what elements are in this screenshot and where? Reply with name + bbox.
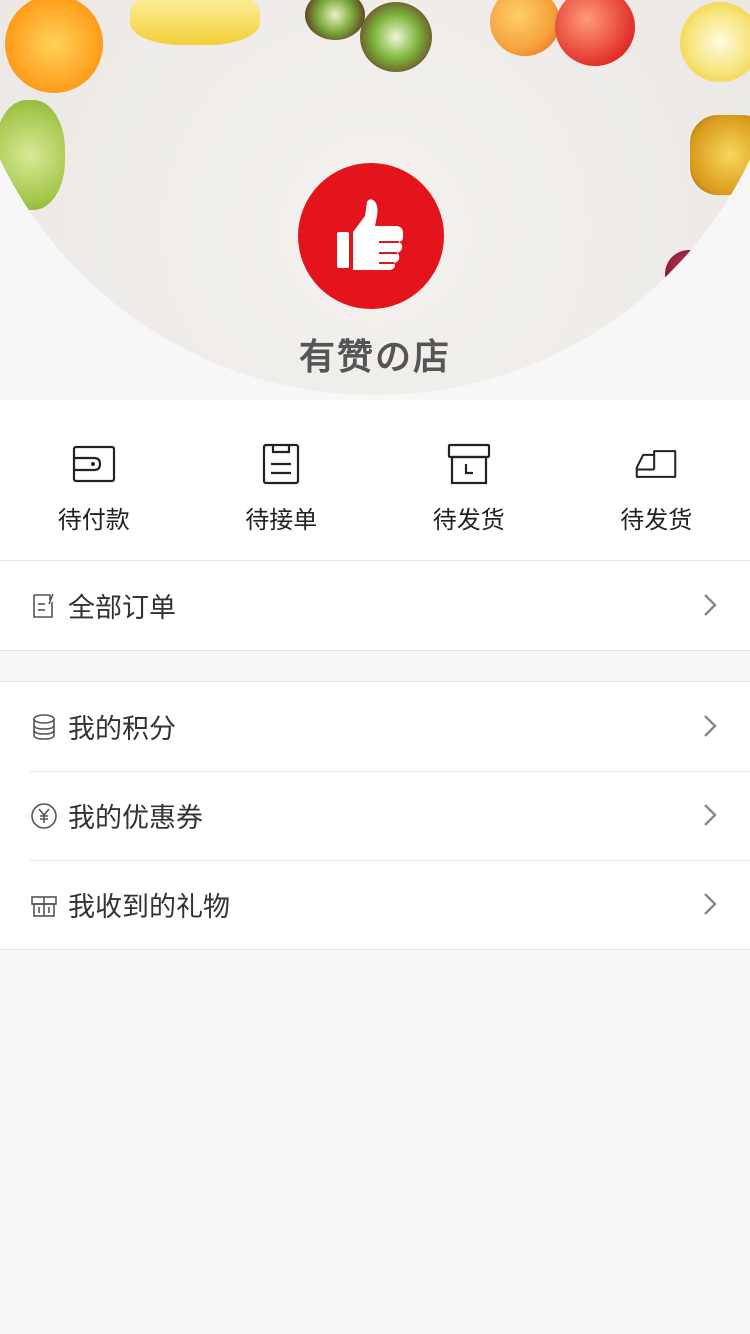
chevron-right-icon xyxy=(704,594,717,616)
pineapple-image xyxy=(690,115,750,195)
shop-logo xyxy=(298,163,444,309)
account-section: 我的积分 我的优惠券 我收到的礼物 xyxy=(0,682,750,950)
all-orders-label: 全部订单 xyxy=(68,593,176,624)
order-status-bar: 待付款 待接单 待发货 待发货 xyxy=(0,400,750,561)
shop-name: 有赞の店 xyxy=(298,337,451,378)
coupon-icon xyxy=(31,802,57,829)
gifts-label: 我收到的礼物 xyxy=(68,892,230,923)
status-label: 待接单 xyxy=(245,506,318,534)
points-row[interactable]: 我的积分 xyxy=(0,682,750,771)
pomegranate-image xyxy=(0,250,70,335)
banana-image xyxy=(130,0,260,45)
lemon-image xyxy=(680,2,750,82)
kiwi-image xyxy=(305,0,365,40)
clipboard-icon xyxy=(263,443,300,485)
coupons-label: 我的优惠券 xyxy=(68,803,203,834)
chevron-right-icon xyxy=(704,804,717,826)
coins-icon xyxy=(33,713,55,740)
coupons-row[interactable]: 我的优惠券 xyxy=(0,771,750,860)
peach-image xyxy=(555,0,635,66)
all-orders-row[interactable]: 全部订单 xyxy=(0,561,750,650)
orange-image xyxy=(5,0,103,93)
section-divider xyxy=(0,651,750,682)
box-icon xyxy=(447,443,490,485)
status-label: 待发货 xyxy=(620,506,693,534)
kiwi-image xyxy=(360,2,432,72)
status-pending-accept[interactable]: 待接单 xyxy=(188,400,376,560)
cherry-image xyxy=(705,270,750,320)
status-shipped[interactable]: 待发货 xyxy=(563,400,750,560)
grape-image xyxy=(0,100,65,210)
status-pending-shipment[interactable]: 待发货 xyxy=(375,400,563,560)
points-label: 我的积分 xyxy=(68,714,176,745)
gift-icon xyxy=(31,895,57,917)
shop-header: 有赞の店 xyxy=(0,0,750,400)
order-list-icon xyxy=(33,593,54,618)
status-label: 待发货 xyxy=(432,506,505,534)
gifts-row[interactable]: 我收到的礼物 xyxy=(0,860,750,949)
peach-image xyxy=(490,0,560,56)
chevron-right-icon xyxy=(704,715,717,737)
truck-icon xyxy=(635,450,677,478)
thumbs-up-icon xyxy=(337,199,403,270)
chevron-right-icon xyxy=(704,893,717,915)
wallet-icon xyxy=(72,445,115,483)
status-label: 待付款 xyxy=(57,506,130,534)
status-pending-payment[interactable]: 待付款 xyxy=(0,400,188,560)
orders-section: 全部订单 xyxy=(0,561,750,651)
